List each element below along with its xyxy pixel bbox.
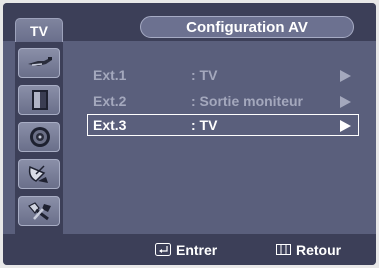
play-arrow-icon xyxy=(340,96,351,108)
sidebar xyxy=(15,42,63,234)
menu-row-ext2[interactable]: Ext.2 : Sortie moniteur xyxy=(87,90,359,112)
sidebar-item-sound[interactable] xyxy=(18,122,60,152)
sidebar-item-setup[interactable] xyxy=(18,196,60,226)
footer-bar: Entrer Retour xyxy=(3,234,376,265)
menu-row-value: : Sortie moniteur xyxy=(191,93,304,109)
enter-icon xyxy=(155,243,171,256)
return-label: Retour xyxy=(296,242,342,258)
sidebar-item-picture[interactable] xyxy=(18,85,60,115)
menu-row-label: Ext.2 xyxy=(93,93,127,109)
sidebar-item-input[interactable] xyxy=(18,48,60,78)
play-arrow-icon xyxy=(340,70,351,82)
title-bar: TV Configuration AV xyxy=(3,3,376,42)
tools-icon xyxy=(28,202,51,221)
menu-row-label: Ext.1 xyxy=(93,67,127,83)
page-title: Configuration AV xyxy=(140,16,354,38)
osd-panel: TV Configuration AV Ext.1: TV Ext.2: S… xyxy=(3,3,376,265)
tv-tab[interactable]: TV xyxy=(15,18,63,42)
enter-label: Entrer xyxy=(176,242,218,258)
menu-icon xyxy=(276,244,291,255)
menu-content: Ext.1 : TV Ext.2 : Sortie moniteur Ext.3… xyxy=(63,42,376,234)
menu-row-label: Ext.3 xyxy=(93,117,127,133)
menu-row-ext1[interactable]: Ext.1 : TV xyxy=(87,64,359,86)
sound-icon xyxy=(30,127,50,147)
antenna-icon xyxy=(28,57,52,66)
satellite-dish-icon xyxy=(28,165,48,183)
menu-row-value: : TV xyxy=(191,117,218,133)
play-arrow-icon xyxy=(340,120,351,132)
sidebar-item-channel[interactable] xyxy=(18,159,60,189)
menu-row-ext3[interactable]: Ext.3 : TV xyxy=(87,114,359,136)
menu-row-value: : TV xyxy=(191,67,218,83)
picture-icon xyxy=(32,90,48,110)
